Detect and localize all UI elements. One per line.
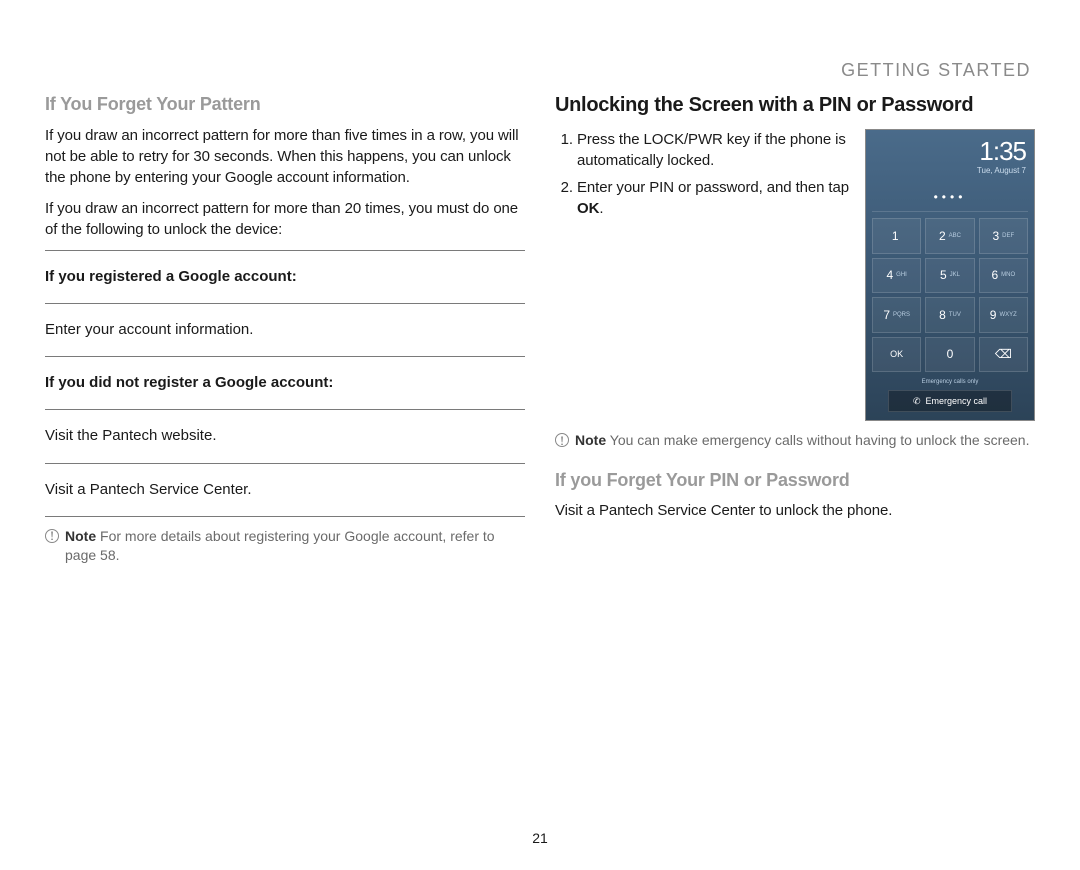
phone-time: 1:35	[866, 138, 1026, 164]
info-icon: !	[45, 529, 59, 543]
key-backspace: ⌫	[979, 337, 1028, 372]
forgot-pattern-para-1: If you draw an incorrect pattern for mor…	[45, 125, 525, 188]
forgot-pin-para: Visit a Pantech Service Center to unlock…	[555, 500, 1035, 521]
divider	[45, 463, 525, 464]
phone-emergency-label: Emergency calls only	[866, 376, 1034, 388]
phone-screenshot: 1:35 Tue, August 7 •••• 1 2ABC 3DEF 4GHI…	[865, 129, 1035, 421]
section-header: GETTING STARTED	[45, 58, 1035, 82]
note-right: ! Note You can make emergency calls with…	[555, 431, 1035, 450]
phone-clock: 1:35 Tue, August 7	[866, 138, 1034, 179]
key-7: 7PQRS	[872, 297, 921, 332]
key-ok: OK	[872, 337, 921, 372]
key-2: 2ABC	[925, 218, 974, 253]
two-column-layout: If You Forget Your Pattern If you draw a…	[45, 92, 1035, 564]
key-5: 5JKL	[925, 258, 974, 293]
divider	[45, 303, 525, 304]
key-8: 8TUV	[925, 297, 974, 332]
forgot-pattern-para-2: If you draw an incorrect pattern for mor…	[45, 198, 525, 240]
key-3: 3DEF	[979, 218, 1028, 253]
phone-keypad: 1 2ABC 3DEF 4GHI 5JKL 6MNO 7PQRS 8TUV 9W…	[866, 212, 1034, 376]
registered-google-value: Enter your account information.	[45, 314, 525, 346]
phone-date: Tue, August 7	[866, 166, 1026, 177]
note-right-text: Note You can make emergency calls withou…	[575, 431, 1029, 450]
info-icon: !	[555, 433, 569, 447]
key-9: 9WXYZ	[979, 297, 1028, 332]
left-column: If You Forget Your Pattern If you draw a…	[45, 92, 525, 564]
right-column: Unlocking the Screen with a PIN or Passw…	[555, 92, 1035, 564]
step-1: Press the LOCK/PWR key if the phone is a…	[577, 129, 851, 171]
phone-icon: ✆	[913, 395, 921, 407]
divider	[45, 356, 525, 357]
unlock-pin-heading: Unlocking the Screen with a PIN or Passw…	[555, 92, 1035, 119]
steps-and-phone: Press the LOCK/PWR key if the phone is a…	[555, 129, 1035, 421]
forgot-pin-heading: If you Forget Your PIN or Password	[555, 468, 1035, 492]
key-1: 1	[872, 218, 921, 253]
not-registered-google-label: If you did not register a Google account…	[45, 367, 525, 399]
step-2: Enter your PIN or password, and then tap…	[577, 177, 851, 219]
divider	[45, 516, 525, 517]
registered-google-label: If you registered a Google account:	[45, 261, 525, 293]
key-6: 6MNO	[979, 258, 1028, 293]
phone-emergency-button: ✆ Emergency call	[888, 390, 1012, 412]
note-left-text: Note For more details about registering …	[65, 527, 525, 565]
page-number: 21	[0, 829, 1080, 848]
unlock-steps: Press the LOCK/PWR key if the phone is a…	[555, 129, 851, 225]
note-left: ! Note For more details about registerin…	[45, 527, 525, 565]
divider	[45, 250, 525, 251]
forgot-pattern-heading: If You Forget Your Pattern	[45, 92, 525, 116]
not-registered-value-1: Visit the Pantech website.	[45, 420, 525, 452]
phone-pin-dots: ••••	[872, 179, 1028, 212]
divider	[45, 409, 525, 410]
not-registered-value-2: Visit a Pantech Service Center.	[45, 474, 525, 506]
key-0: 0	[925, 337, 974, 372]
key-4: 4GHI	[872, 258, 921, 293]
